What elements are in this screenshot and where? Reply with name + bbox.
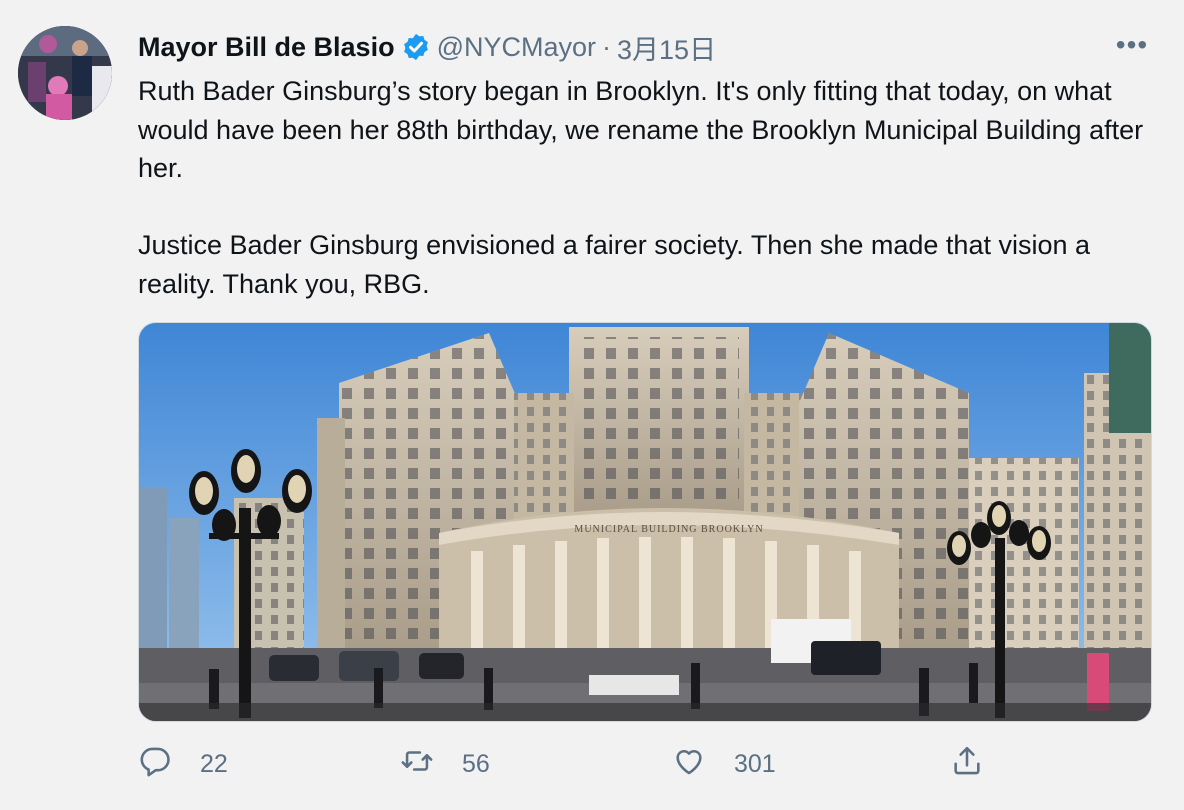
separator-dot: · [602, 31, 612, 62]
tweet-actions: 22 56 301 [138, 742, 1150, 786]
more-options-icon[interactable]: ••• [1112, 28, 1152, 62]
share-button[interactable] [950, 742, 984, 786]
share-upload-icon [950, 744, 984, 785]
tweet-paragraph: Justice Bader Ginsburg envisioned a fair… [138, 230, 1091, 299]
speech-bubble-icon [138, 744, 172, 785]
reply-button[interactable]: 22 [138, 742, 228, 786]
tweet-text: Ruth Bader Ginsburg’s story began in Bro… [138, 72, 1148, 303]
reply-count: 22 [200, 749, 228, 778]
author-name[interactable]: Mayor Bill de Blasio [138, 32, 395, 63]
retweet-count: 56 [462, 749, 490, 778]
heart-icon [672, 744, 706, 785]
avatar[interactable] [18, 26, 112, 120]
retweet-button[interactable]: 56 [400, 742, 490, 786]
tweet-date[interactable]: 3月15日 [617, 28, 716, 67]
tweet-photo[interactable]: MUNICIPAL BUILDING BROOKLYN [138, 322, 1152, 722]
like-count: 301 [734, 749, 776, 778]
facade-inscription: MUNICIPAL BUILDING BROOKLYN [574, 524, 763, 535]
author-handle[interactable]: @NYCMayor [437, 32, 596, 63]
tweet-paragraph: Ruth Bader Ginsburg’s story began in Bro… [138, 76, 1144, 183]
like-button[interactable]: 301 [672, 742, 776, 786]
verified-badge-icon [401, 32, 431, 62]
tweet-header: Mayor Bill de Blasio @NYCMayor · 3月15日 [138, 27, 716, 67]
retweet-arrows-icon [400, 744, 434, 785]
